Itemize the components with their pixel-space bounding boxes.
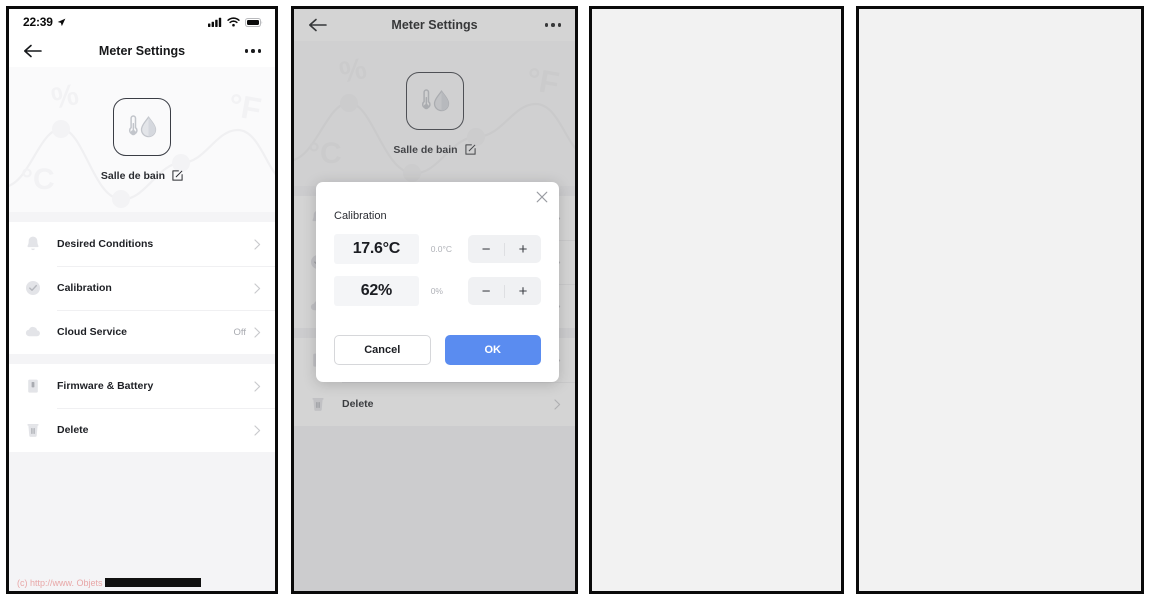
humidity-decrement-button[interactable]: − xyxy=(468,277,504,305)
list-divider xyxy=(9,354,275,364)
cancel-button[interactable]: Cancel xyxy=(334,335,431,365)
watermark-text: (c) http://www. Objets xyxy=(17,578,103,588)
calibration-row-humidity: 62% 0% − + xyxy=(334,276,541,306)
status-bar-left: 22:39 xyxy=(23,15,66,29)
calibration-row-temperature: 17.6°C 0.0°C − + xyxy=(334,234,541,264)
check-circle-icon xyxy=(26,281,40,295)
chevron-right-icon xyxy=(254,424,261,436)
list-divider xyxy=(9,212,275,222)
temperature-offset: 0.0°C xyxy=(430,244,453,254)
settings-row-calibration[interactable]: Calibration xyxy=(9,266,275,310)
device-name: Salle de bain xyxy=(100,169,166,182)
bell-icon xyxy=(27,236,39,251)
chevron-right-icon xyxy=(254,326,261,338)
temperature-increment-button[interactable]: + xyxy=(505,235,541,263)
more-options-icon[interactable] xyxy=(244,49,261,53)
settings-row-firmware-battery[interactable]: Firmware & Battery xyxy=(9,364,275,408)
cloud-icon xyxy=(25,326,40,337)
page-title: Meter Settings xyxy=(98,44,186,58)
humidity-value[interactable]: 62% xyxy=(334,276,419,306)
arrow-left-icon[interactable] xyxy=(23,43,43,59)
dialog-actions: Cancel OK xyxy=(334,335,541,365)
phone-panel-blank-4 xyxy=(856,6,1144,594)
device-hero: % °C °F Salle de bain xyxy=(9,67,275,212)
phone-panel-blank-3 xyxy=(589,6,844,594)
battery-chip-icon xyxy=(28,379,38,393)
settings-row-label: Desired Conditions xyxy=(57,238,154,250)
cellular-signal-icon xyxy=(208,17,222,27)
edit-pencil-icon[interactable] xyxy=(172,170,183,181)
svg-text:%: % xyxy=(49,78,82,116)
watermark-redaction-bar xyxy=(104,578,201,587)
screenshot-stage: 22:39 Meter Settings % °C °F Salle de ba… xyxy=(0,0,1150,600)
svg-text:°C: °C xyxy=(21,163,55,196)
settings-group-2: Firmware & Battery Delete xyxy=(9,364,275,452)
device-icon-box xyxy=(113,97,171,156)
watermark: (c) http://www. Objets xyxy=(17,577,201,588)
svg-text:°F: °F xyxy=(226,86,264,127)
location-arrow-icon xyxy=(57,18,66,26)
close-icon[interactable] xyxy=(536,191,548,203)
phone-panel-settings: 22:39 Meter Settings % °C °F Salle de ba… xyxy=(6,6,278,594)
thermometer-humidity-icon xyxy=(128,114,157,137)
battery-full-icon xyxy=(245,17,263,27)
settings-row-desired-conditions[interactable]: Desired Conditions xyxy=(9,222,275,266)
settings-row-delete[interactable]: Delete xyxy=(9,408,275,452)
trash-icon xyxy=(27,424,39,437)
humidity-stepper: − + xyxy=(468,277,541,305)
calibration-dialog: Calibration 17.6°C 0.0°C − + 62% 0% − + xyxy=(316,182,559,382)
dialog-title: Calibration xyxy=(334,210,387,222)
humidity-offset: 0% xyxy=(430,286,443,296)
temperature-decrement-button[interactable]: − xyxy=(468,235,504,263)
settings-row-label: Calibration xyxy=(57,282,112,294)
temperature-stepper: − + xyxy=(468,235,541,263)
settings-row-label: Cloud Service xyxy=(57,326,128,338)
settings-row-cloud-service[interactable]: Cloud Service Off xyxy=(9,310,275,354)
panel-filler xyxy=(9,452,275,591)
chevron-right-icon xyxy=(254,238,261,250)
settings-group-1: Desired Conditions Calibration xyxy=(9,222,275,354)
phone-panel-calibration-dialog: Meter Settings % °C °F Salle de bain Del… xyxy=(291,6,578,594)
chevron-right-icon xyxy=(254,380,261,392)
status-time: 22:39 xyxy=(23,15,53,29)
temperature-value[interactable]: 17.6°C xyxy=(334,234,419,264)
wifi-icon xyxy=(227,17,240,27)
settings-row-label: Delete xyxy=(57,424,89,436)
nav-bar: Meter Settings xyxy=(9,35,275,67)
status-bar: 22:39 xyxy=(9,9,275,35)
settings-row-label: Firmware & Battery xyxy=(57,380,154,392)
humidity-increment-button[interactable]: + xyxy=(505,277,541,305)
ok-button[interactable]: OK xyxy=(444,335,541,365)
status-bar-right xyxy=(208,17,263,27)
device-name-row: Salle de bain xyxy=(101,170,183,182)
settings-row-value: Off xyxy=(233,326,247,338)
chevron-right-icon xyxy=(254,282,261,294)
